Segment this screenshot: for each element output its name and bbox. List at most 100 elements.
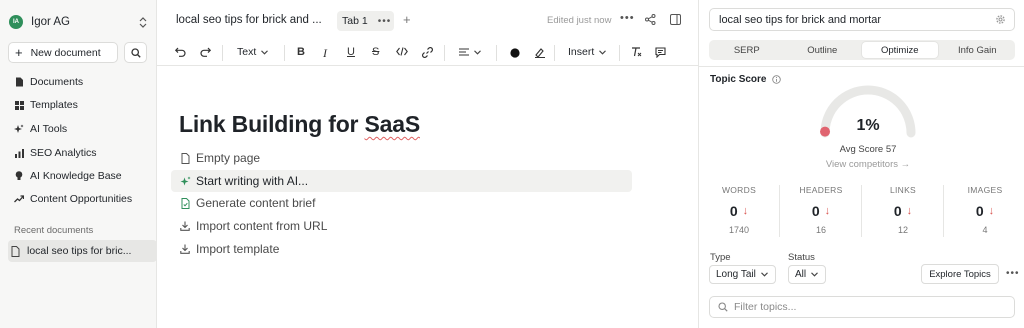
redo-icon[interactable] xyxy=(200,47,211,57)
text-style-label: Text xyxy=(237,46,257,58)
toolbar-divider xyxy=(222,45,223,61)
spellcheck-flagged-word: SaaS xyxy=(364,111,421,137)
sidebar-item-ai-tools[interactable]: AI Tools xyxy=(14,123,67,135)
option-label: Import content from URL xyxy=(196,219,328,233)
bold-icon[interactable]: B xyxy=(297,46,305,58)
brief-icon xyxy=(179,197,191,209)
text-style-dropdown[interactable]: Text xyxy=(237,46,269,58)
recent-document-item[interactable]: local seo tips for bric... xyxy=(8,240,157,262)
document-title[interactable]: local seo tips for brick and ... xyxy=(176,14,322,26)
metric-value: 0 xyxy=(811,203,820,219)
align-left-icon xyxy=(459,48,469,56)
workspace-switcher[interactable]: IA Igor AG xyxy=(9,12,147,32)
option-import-template[interactable]: Import template xyxy=(171,238,632,260)
underline-icon[interactable]: U xyxy=(347,46,355,58)
search-icon xyxy=(718,302,728,312)
sidebar-item-ai-knowledge-base[interactable]: AI Knowledge Base xyxy=(14,170,122,182)
sidebar-item-templates[interactable]: Templates xyxy=(14,99,78,111)
seo-panel: local seo tips for brick and mortar SERP… xyxy=(698,0,1024,328)
arrow-down-icon: ↓ xyxy=(906,205,913,217)
document-heading[interactable]: Link Building for SaaS xyxy=(179,111,420,138)
recent-documents-heading: Recent documents xyxy=(14,225,94,236)
undo-icon[interactable] xyxy=(175,47,186,57)
toolbar-divider xyxy=(284,45,285,61)
option-start-writing-ai[interactable]: Start writing with AI... xyxy=(171,170,632,192)
insert-label: Insert xyxy=(568,46,595,58)
code-icon[interactable] xyxy=(396,47,408,56)
sidebar-item-documents[interactable]: Documents xyxy=(14,76,83,88)
divider xyxy=(699,66,1024,67)
editor-titlebar: local seo tips for brick and ... Tab 1 •… xyxy=(157,0,698,40)
metric-value-row: 0 ↓ xyxy=(781,203,861,219)
explore-topics-button[interactable]: Explore Topics xyxy=(921,264,999,284)
metric-target: 16 xyxy=(815,225,826,235)
topic-score-value: 1% xyxy=(856,117,880,134)
option-generate-content-brief[interactable]: Generate content brief xyxy=(171,192,632,214)
text-color-icon[interactable] xyxy=(510,48,520,58)
topic-score-label: Topic Score xyxy=(710,74,767,85)
filter-topics-field[interactable] xyxy=(709,296,1015,318)
grid-icon xyxy=(14,100,24,110)
recent-document-label: local seo tips for bric... xyxy=(27,245,132,257)
more-icon[interactable]: ••• xyxy=(620,12,635,24)
italic-icon[interactable]: I xyxy=(323,46,327,61)
search-icon xyxy=(130,47,141,58)
status-select[interactable]: All xyxy=(788,265,826,284)
toolbar-divider xyxy=(619,45,620,61)
metric-images: IMAGES 0 ↓ 4 xyxy=(945,185,1024,235)
toggle-panel-icon[interactable] xyxy=(670,14,681,25)
metric-value: 0 xyxy=(975,203,984,219)
metric-value-row: 0 ↓ xyxy=(699,203,779,219)
align-dropdown[interactable] xyxy=(459,48,481,56)
sidebar-search-button[interactable] xyxy=(124,42,147,63)
tab-info-gain[interactable]: Info Gain xyxy=(940,40,1016,60)
strikethrough-icon[interactable]: S xyxy=(372,46,379,58)
option-label: Import template xyxy=(196,242,280,256)
comment-icon[interactable] xyxy=(655,47,666,58)
highlight-icon[interactable] xyxy=(534,47,546,58)
new-document-button[interactable]: + New document xyxy=(8,42,118,63)
clear-format-icon[interactable] xyxy=(631,47,642,57)
sidebar-item-label: Templates xyxy=(30,99,78,111)
sparkle-icon xyxy=(14,124,24,134)
sidebar-item-label: Content Opportunities xyxy=(30,193,133,205)
share-icon[interactable] xyxy=(645,14,656,25)
chevron-up-down-icon xyxy=(139,16,147,28)
tab-optimize[interactable]: Optimize xyxy=(862,42,938,58)
panel-tabs: SERP Outline Optimize Info Gain xyxy=(709,40,1015,60)
add-tab-button[interactable]: + xyxy=(403,12,411,27)
divider xyxy=(861,185,862,237)
more-icon[interactable]: ••• xyxy=(378,16,392,27)
metric-value-row: 0 ↓ xyxy=(945,203,1024,219)
insert-dropdown[interactable]: Insert xyxy=(568,46,607,58)
sidebar-item-label: AI Tools xyxy=(30,123,68,135)
sidebar-item-label: Documents xyxy=(30,76,84,88)
tab-outline[interactable]: Outline xyxy=(785,40,861,60)
link-icon[interactable] xyxy=(422,47,433,58)
gear-icon[interactable] xyxy=(995,14,1006,25)
view-competitors-link[interactable]: View competitors → xyxy=(809,159,927,170)
tab-1[interactable]: Tab 1 ••• xyxy=(337,11,394,31)
option-import-from-url[interactable]: Import content from URL xyxy=(171,215,632,237)
divider xyxy=(943,185,944,237)
sidebar-item-content-opportunities[interactable]: Content Opportunities xyxy=(14,193,132,205)
metric-target: 1740 xyxy=(728,225,750,235)
page-icon xyxy=(179,152,191,164)
filter-topics-input[interactable] xyxy=(734,301,994,313)
workspace-name: Igor AG xyxy=(31,16,70,28)
chevron-down-icon xyxy=(599,49,607,55)
bar-chart-icon xyxy=(14,148,24,158)
sidebar-item-label: AI Knowledge Base xyxy=(30,170,122,182)
more-icon[interactable]: ••• xyxy=(1006,268,1020,279)
keyword-value: local seo tips for brick and mortar xyxy=(719,13,882,26)
type-select[interactable]: Long Tail xyxy=(709,265,776,284)
tab-serp[interactable]: SERP xyxy=(709,40,785,60)
toolbar-divider xyxy=(554,45,555,61)
plus-icon: + xyxy=(15,45,23,60)
keyword-field[interactable]: local seo tips for brick and mortar xyxy=(709,8,1015,31)
sidebar-item-seo-analytics[interactable]: SEO Analytics xyxy=(14,147,97,159)
sparkle-icon xyxy=(179,176,191,187)
option-empty-page[interactable]: Empty page xyxy=(171,147,632,169)
info-icon[interactable] xyxy=(771,75,781,84)
metric-words: WORDS 0 ↓ 1740 xyxy=(699,185,779,235)
